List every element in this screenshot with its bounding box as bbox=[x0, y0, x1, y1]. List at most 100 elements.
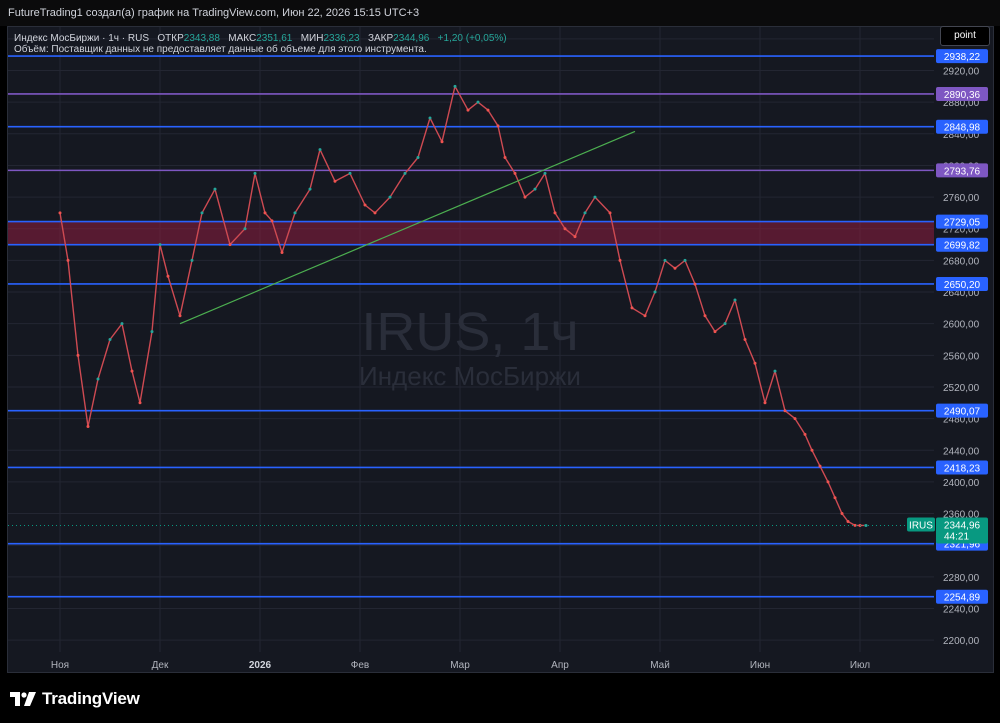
price-point bbox=[453, 84, 457, 88]
legend-open: 2343,88 bbox=[183, 33, 220, 44]
price-point bbox=[253, 171, 257, 175]
watermark-name: Индекс МосБиржи bbox=[359, 361, 581, 391]
price-point bbox=[403, 171, 407, 175]
symbol-tag: IRUS bbox=[909, 520, 933, 531]
price-point bbox=[190, 258, 194, 262]
legend-low: 2336,23 bbox=[323, 33, 360, 44]
price-point bbox=[753, 361, 757, 365]
price-point bbox=[108, 338, 112, 341]
price-point bbox=[150, 330, 154, 334]
legend-close: 2344,96 bbox=[393, 33, 430, 44]
price-point bbox=[533, 187, 537, 191]
price-point bbox=[440, 140, 444, 144]
x-tick-label: Фев bbox=[351, 660, 369, 671]
price-point bbox=[630, 306, 634, 310]
price-point bbox=[773, 369, 777, 373]
price-point bbox=[58, 211, 62, 215]
x-tick-label: Ноя bbox=[51, 660, 69, 671]
level-label: 2729,05 bbox=[944, 218, 981, 229]
price-chart[interactable]: IRUS, 1чИндекс МосБиржи 2200,00 2240,00 228… bbox=[0, 0, 1000, 723]
price-point bbox=[280, 250, 284, 254]
tradingview-brand: TradingView bbox=[42, 689, 140, 708]
price-point bbox=[643, 314, 647, 318]
y-tick-label: 2680,00 bbox=[943, 256, 980, 267]
price-point bbox=[618, 258, 622, 262]
price-point bbox=[653, 290, 657, 294]
price-point bbox=[416, 156, 420, 160]
watermark-symbol: IRUS, 1ч bbox=[361, 302, 578, 362]
price-point bbox=[486, 108, 490, 112]
price-point bbox=[348, 171, 352, 175]
price-point bbox=[743, 338, 747, 341]
price-point bbox=[158, 243, 162, 247]
level-label: 2793,76 bbox=[944, 166, 981, 177]
y-tick-label: 2240,00 bbox=[943, 604, 980, 615]
price-point bbox=[733, 298, 737, 302]
price-point bbox=[513, 171, 517, 175]
price-point bbox=[308, 187, 312, 191]
level-label: 2699,82 bbox=[944, 241, 981, 252]
level-label: 2254,89 bbox=[944, 593, 981, 604]
legend-open-label: ОТКР bbox=[157, 33, 184, 44]
price-point bbox=[270, 219, 274, 223]
price-point bbox=[840, 512, 844, 516]
y-tick-label: 2400,00 bbox=[943, 478, 980, 489]
price-point bbox=[363, 203, 367, 207]
price-point bbox=[783, 409, 787, 413]
price-point bbox=[428, 116, 432, 120]
price-point bbox=[693, 282, 697, 286]
price-point bbox=[76, 353, 80, 357]
x-tick-label: Июн bbox=[750, 660, 770, 671]
price-point bbox=[563, 227, 567, 231]
y-tick-label: 2600,00 bbox=[943, 320, 980, 331]
price-point bbox=[846, 519, 850, 523]
price-point bbox=[466, 108, 470, 112]
price-point bbox=[96, 377, 100, 381]
x-tick-label: Май bbox=[650, 660, 670, 671]
level-label: 2938,22 bbox=[944, 52, 981, 63]
price-point bbox=[523, 195, 527, 199]
price-point bbox=[333, 179, 337, 183]
tradingview-logo[interactable]: TradingView bbox=[10, 689, 140, 709]
price-point bbox=[583, 211, 587, 215]
point-button[interactable]: point bbox=[940, 26, 990, 46]
legend-name: Индекс МосБиржи · 1ч · RUS bbox=[14, 33, 150, 44]
y-tick-label: 2200,00 bbox=[943, 636, 980, 647]
price-point bbox=[138, 401, 142, 405]
price-point bbox=[803, 432, 807, 436]
price-point bbox=[66, 258, 70, 262]
y-tick-label: 2760,00 bbox=[943, 193, 980, 204]
y-tick-label: 2440,00 bbox=[943, 446, 980, 457]
price-point bbox=[663, 258, 667, 262]
volume-note: Объём: Поставщик данных не предоставляет… bbox=[14, 44, 427, 55]
price-point bbox=[793, 417, 797, 421]
x-tick-label: Мар bbox=[450, 660, 470, 671]
legend-low-label: МИН bbox=[300, 33, 324, 44]
price-point bbox=[243, 227, 247, 231]
price-point bbox=[703, 314, 707, 318]
price-point bbox=[166, 274, 170, 278]
price-point bbox=[120, 322, 124, 326]
price-point bbox=[476, 100, 480, 104]
price-point bbox=[228, 243, 232, 247]
tradingview-logo-icon bbox=[10, 692, 36, 706]
resistance-zone bbox=[8, 221, 934, 245]
price-point bbox=[826, 480, 830, 484]
price-point bbox=[833, 496, 837, 500]
price-point bbox=[503, 156, 507, 160]
price-point bbox=[673, 266, 677, 270]
price-point bbox=[318, 148, 322, 152]
price-point bbox=[608, 211, 612, 215]
price-point bbox=[543, 171, 547, 175]
price-point bbox=[593, 195, 597, 199]
level-label: 2418,23 bbox=[944, 463, 981, 474]
price-point bbox=[810, 448, 814, 452]
level-label: 2848,98 bbox=[944, 123, 981, 134]
price-point bbox=[373, 211, 377, 215]
level-label: 2650,20 bbox=[944, 280, 981, 291]
x-tick-label: Дек bbox=[152, 660, 169, 671]
legend-high: 2351,61 bbox=[256, 33, 293, 44]
level-label: 2890,36 bbox=[944, 90, 981, 101]
legend-high-label: МАКС bbox=[228, 33, 257, 44]
price-point bbox=[130, 369, 134, 373]
